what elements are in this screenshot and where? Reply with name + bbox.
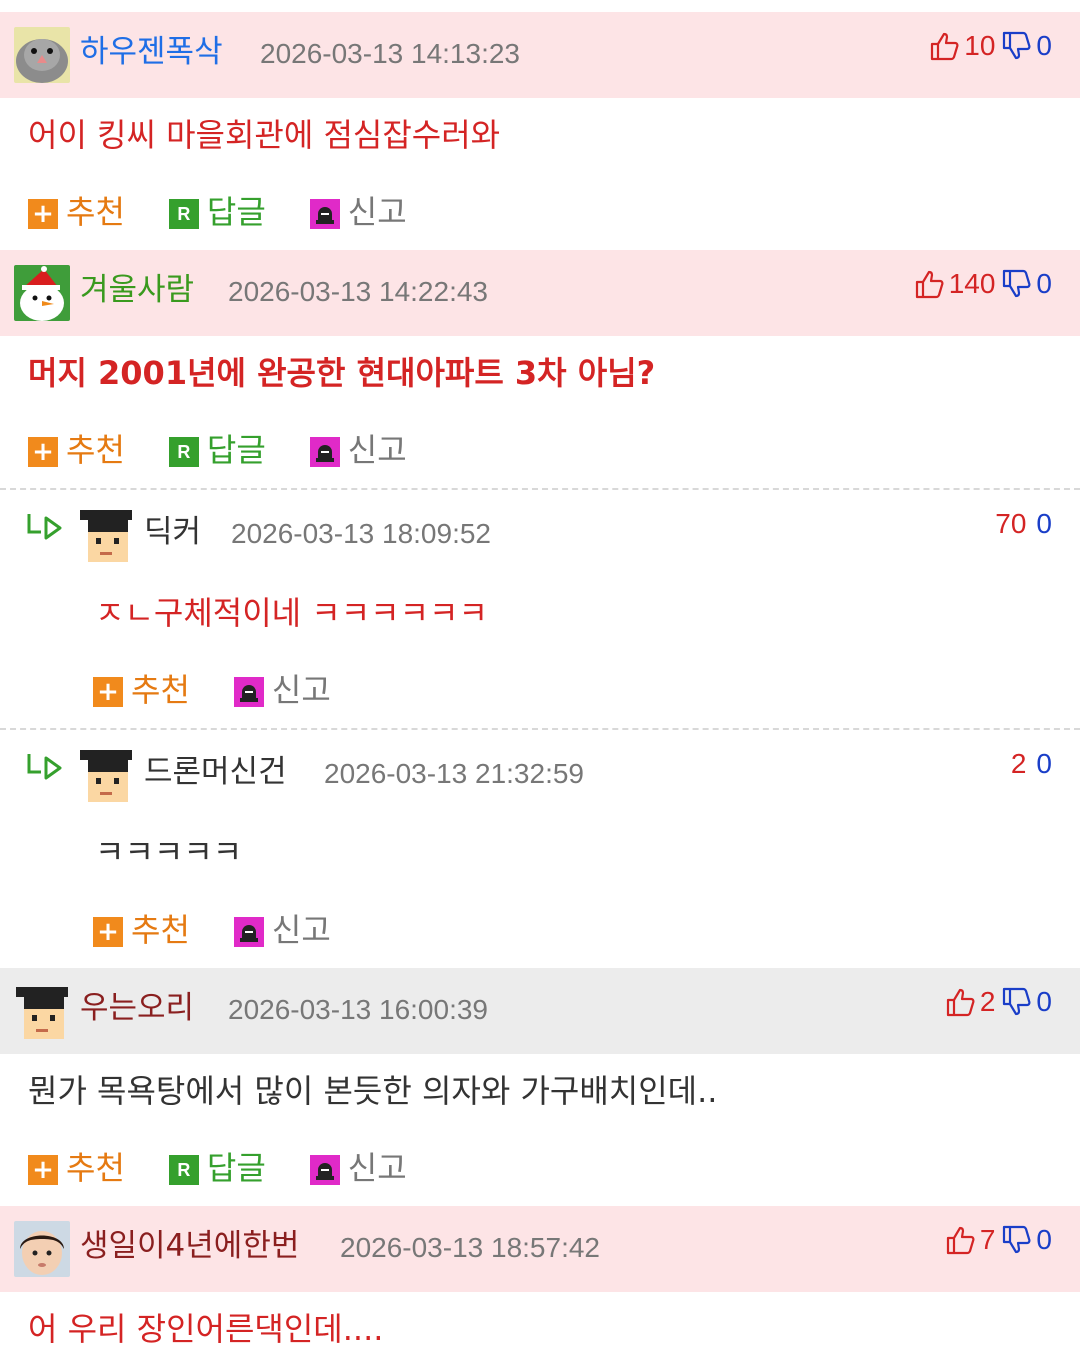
reply-label: 답글	[206, 1149, 266, 1187]
thumbs-down-icon[interactable]	[1001, 1224, 1033, 1256]
reply-button[interactable]: R 답글	[168, 425, 266, 471]
comment-text: 머지 2001년에 완공한 현대아파트 3차 아님?	[28, 354, 656, 392]
thumbs-up-icon[interactable]	[929, 30, 961, 62]
recommend-label: 추천	[66, 1149, 125, 1187]
reply-arrow-icon	[27, 514, 62, 540]
comment-text: ㅋㅋㅋㅋㅋ	[95, 833, 243, 871]
comment-text: 뭔가 목욕탕에서 많이 본듯한 의자와 가구배치인데..	[28, 1072, 718, 1110]
comment-text: 어이 킹씨 마을회관에 점심잡수러와	[28, 116, 501, 154]
vote-counts: 7 0	[945, 1220, 1052, 1260]
recommend-label: 추천	[66, 193, 125, 231]
comment-actions: + 추천 R 답글 신고	[28, 1144, 451, 1188]
plus-icon: +	[28, 437, 58, 467]
comment-date: 2026-03-13 18:09:52	[231, 518, 491, 549]
grad-cap-avatar[interactable]	[78, 746, 134, 804]
divider	[0, 488, 1080, 490]
report-label: 신고	[347, 431, 407, 469]
report-button[interactable]: 신고	[309, 187, 407, 233]
nickname[interactable]: 드론머신건	[144, 752, 287, 792]
nickname[interactable]: 딕커	[144, 512, 201, 552]
report-label: 신고	[347, 193, 407, 231]
recommend-label: 추천	[131, 911, 190, 949]
report-label: 신고	[271, 671, 331, 709]
vote-counts: 2 0	[945, 982, 1052, 1022]
upvote-count: 2	[979, 986, 996, 1017]
plus-icon: +	[28, 199, 58, 229]
comment-date: 2026-03-13 16:00:39	[228, 994, 488, 1025]
thumbs-down-icon[interactable]	[1001, 986, 1033, 1018]
comment-date: 2026-03-13 14:22:43	[228, 276, 488, 307]
report-button[interactable]: 신고	[233, 905, 331, 951]
thumbs-down-icon[interactable]	[1001, 268, 1033, 300]
siren-icon	[309, 437, 340, 467]
nickname[interactable]: 생일이4년에한번	[80, 1226, 299, 1266]
report-button[interactable]: 신고	[309, 425, 407, 471]
recommend-label: 추천	[66, 431, 125, 469]
nickname[interactable]: 겨울사람	[80, 270, 194, 310]
upvote-count: 2	[1010, 748, 1027, 779]
recommend-button[interactable]: + 추천	[28, 1143, 125, 1189]
siren-icon	[233, 677, 264, 707]
downvote-count: 0	[1036, 508, 1052, 539]
reply-label: 답글	[206, 431, 266, 469]
downvote-count: 0	[1036, 748, 1052, 779]
child-photo-avatar[interactable]	[14, 1221, 70, 1277]
comment-actions: + 추천 신고	[93, 666, 375, 710]
comment-actions: + 추천 R 답글 신고	[28, 426, 451, 470]
thumbs-up-icon[interactable]	[945, 1224, 977, 1256]
grad-cap-avatar[interactable]	[14, 983, 70, 1041]
comment-text: 어 우리 장인어른댁인데....	[28, 1310, 384, 1348]
nickname[interactable]: 우는오리	[80, 988, 194, 1028]
recommend-button[interactable]: + 추천	[93, 905, 190, 951]
report-label: 신고	[347, 1149, 407, 1187]
thumbs-down-icon[interactable]	[1001, 30, 1033, 62]
recommend-label: 추천	[131, 671, 190, 709]
reply-button[interactable]: R 답글	[168, 1143, 266, 1189]
plus-icon: +	[93, 917, 123, 947]
siren-icon	[309, 1155, 340, 1185]
upvote-count: 140	[948, 268, 996, 299]
siren-icon	[233, 917, 264, 947]
comment-date: 2026-03-13 18:57:42	[340, 1232, 600, 1263]
downvote-count: 0	[1036, 30, 1052, 61]
recommend-button[interactable]: + 추천	[28, 187, 125, 233]
comment-actions: + 추천 신고	[93, 906, 375, 950]
upvote-count: 70	[995, 508, 1027, 539]
vote-counts: 10 0	[929, 26, 1052, 66]
upvote-count: 7	[979, 1224, 996, 1255]
downvote-count: 0	[1036, 986, 1052, 1017]
reply-icon: R	[168, 199, 199, 229]
report-label: 신고	[271, 911, 331, 949]
recommend-button[interactable]: + 추천	[93, 665, 190, 711]
plus-icon: +	[93, 677, 123, 707]
vote-counts: 140 0	[914, 264, 1052, 304]
reply-icon: R	[168, 437, 199, 467]
nickname[interactable]: 하우젠폭삭	[80, 32, 223, 72]
reply-icon: R	[168, 1155, 199, 1185]
thumbs-up-icon[interactable]	[945, 986, 977, 1018]
comment-date: 2026-03-13 21:32:59	[324, 758, 584, 789]
siren-icon	[309, 199, 340, 229]
reply-button[interactable]: R 답글	[168, 187, 266, 233]
reply-arrow-icon	[27, 754, 62, 780]
divider	[0, 728, 1080, 730]
thumbs-up-icon[interactable]	[914, 268, 946, 300]
snowman-avatar[interactable]	[14, 265, 70, 321]
grad-cap-avatar[interactable]	[78, 506, 134, 564]
plus-icon: +	[28, 1155, 58, 1185]
reply-label: 답글	[206, 193, 266, 231]
report-button[interactable]: 신고	[233, 665, 331, 711]
vote-counts: 2 0	[1011, 744, 1052, 784]
downvote-count: 0	[1036, 1224, 1052, 1255]
comment-date: 2026-03-13 14:13:23	[260, 38, 520, 69]
comment-text: ㅈㄴ구체적이네 ㅋㅋㅋㅋㅋㅋ	[95, 594, 488, 632]
bird-avatar[interactable]	[14, 27, 70, 83]
downvote-count: 0	[1036, 268, 1052, 299]
recommend-button[interactable]: + 추천	[28, 425, 125, 471]
vote-counts: 70 0	[995, 504, 1052, 544]
upvote-count: 10	[964, 30, 996, 61]
report-button[interactable]: 신고	[309, 1143, 407, 1189]
comment-actions: + 추천 R 답글 신고	[28, 188, 451, 232]
